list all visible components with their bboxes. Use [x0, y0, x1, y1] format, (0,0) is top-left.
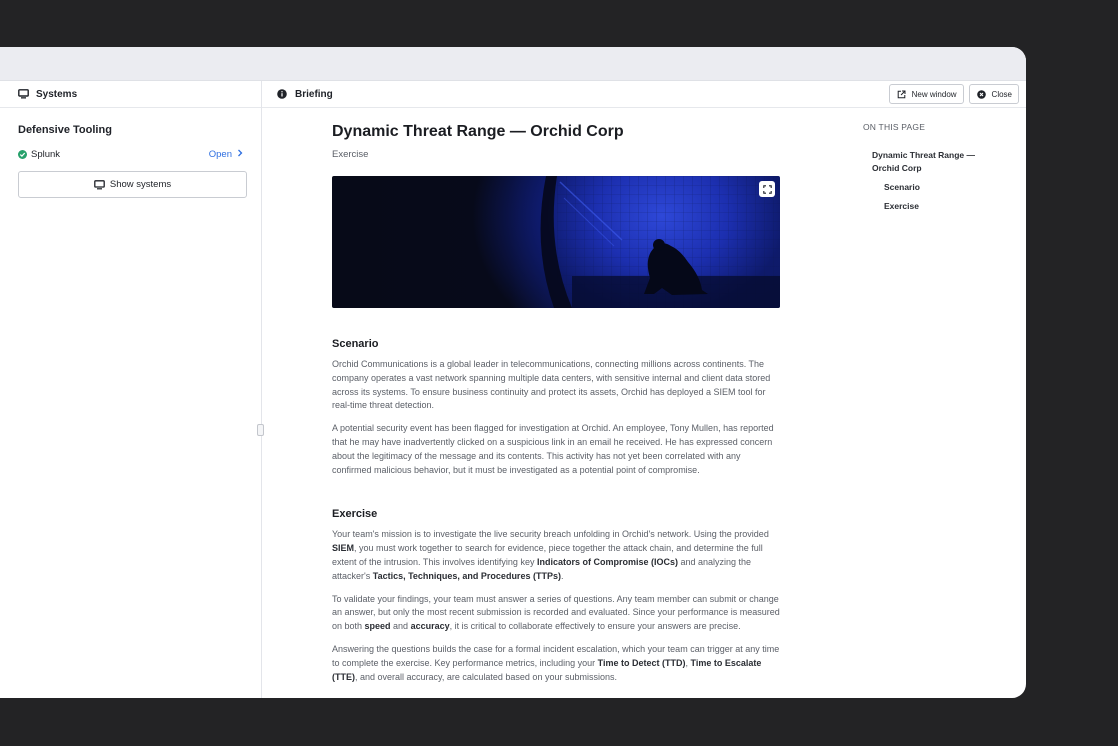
close-circle-icon	[976, 88, 988, 100]
chevron-right-icon	[237, 149, 243, 160]
briefing-pane-header: Briefing New window Close	[262, 81, 1026, 108]
open-tool-link[interactable]: Open	[209, 149, 243, 160]
scenario-paragraph-2: A potential security event has been flag…	[332, 423, 774, 475]
scenario-section: Scenario Orchid Communications is a glob…	[332, 338, 780, 477]
open-tool-label: Open	[208, 149, 232, 160]
scenario-heading: Scenario	[332, 338, 379, 350]
header-actions: New window Close	[888, 84, 1019, 104]
exercise-section: Exercise Your team's mission is to inves…	[332, 508, 780, 684]
exercise-heading: Exercise	[332, 508, 378, 521]
table-of-contents: ON THIS PAGE Dynamic Threat Range — Orch…	[863, 122, 1013, 213]
tool-group-title: Defensive Tooling	[18, 124, 112, 136]
exercise-paragraph-3: Answering the questions builds the case …	[332, 643, 780, 682]
new-window-button[interactable]: New window	[888, 84, 964, 104]
monitor-icon	[94, 179, 105, 190]
toc-heading: ON THIS PAGE	[863, 122, 926, 132]
article: Dynamic Threat Range — Orchid Corp Exerc…	[332, 123, 780, 684]
tool-row-splunk: Splunk Open	[18, 149, 243, 160]
monitor-icon	[17, 88, 29, 100]
exercise-paragraph-1: Your team's mission is to investigate th…	[332, 529, 769, 581]
show-systems-button[interactable]: Show systems	[18, 171, 247, 198]
info-icon	[276, 88, 288, 100]
close-button[interactable]: Close	[968, 84, 1019, 104]
exercise-paragraph-2: To validate your findings, your team mus…	[332, 593, 780, 632]
toc-item-exercise[interactable]: Exercise	[863, 200, 1013, 213]
systems-pane-header: Systems	[0, 81, 261, 108]
briefing-pane-title: Briefing	[295, 88, 333, 100]
expand-icon	[762, 184, 772, 194]
top-bar	[0, 47, 1026, 81]
check-circle-icon	[18, 150, 27, 159]
systems-pane-title: Systems	[36, 88, 78, 100]
expand-image-button[interactable]	[759, 181, 775, 197]
page-subtitle: Exercise	[332, 149, 369, 160]
app-window: Systems Defensive Tooling Splunk Open Sh…	[0, 47, 1026, 698]
show-systems-label: Show systems	[109, 179, 172, 190]
hero-image	[332, 176, 780, 308]
page-title: Dynamic Threat Range — Orchid Corp	[332, 123, 624, 140]
toc-item-title[interactable]: Dynamic Threat Range — Orchid Corp	[863, 149, 1002, 175]
tool-name: Splunk	[31, 149, 61, 160]
panes: Systems Defensive Tooling Splunk Open Sh…	[0, 81, 1026, 698]
external-link-icon	[896, 88, 908, 100]
briefing-content: Dynamic Threat Range — Orchid Corp Exerc…	[262, 108, 1026, 698]
new-window-label: New window	[911, 89, 957, 99]
scenario-paragraph-1: Orchid Communications is a global leader…	[332, 359, 771, 411]
close-label: Close	[991, 89, 1012, 99]
systems-pane: Systems Defensive Tooling Splunk Open Sh…	[0, 81, 264, 698]
toc-item-scenario[interactable]: Scenario	[863, 181, 1013, 194]
briefing-pane: Briefing New window Close Dynamic Threat…	[262, 81, 1026, 698]
hero-scene	[540, 176, 780, 308]
